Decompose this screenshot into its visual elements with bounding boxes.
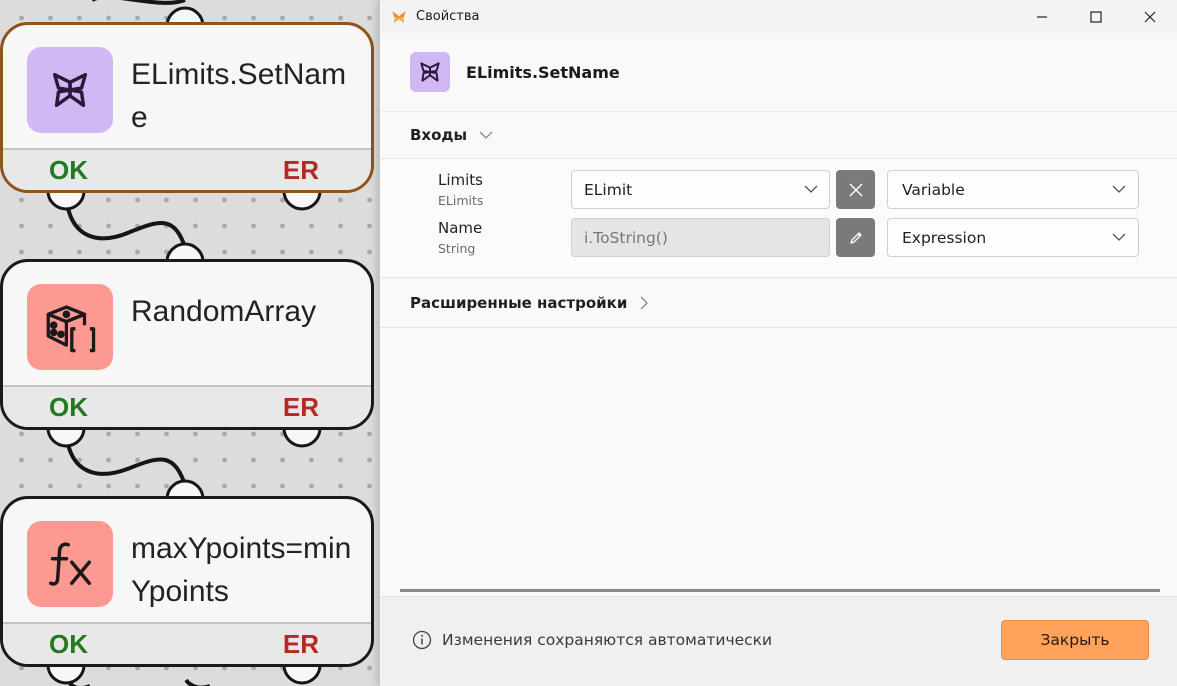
clear-value-button[interactable] [836,170,875,209]
footer-divider [400,589,1160,592]
param-type: ELimits [438,193,484,208]
field-value: ELimit [584,180,633,199]
chevron-down-icon [1112,185,1126,193]
chevron-down-icon [804,185,818,193]
inputs-section-label: Входы [410,126,468,144]
advanced-settings-toggle[interactable]: Расширенные настройки [380,278,1177,328]
node-title: maxYpoints=minYpoints [131,532,352,608]
mode-value: Expression [902,228,987,247]
properties-dialog: Свойства ELimits.SetName Входы Limits EL… [379,0,1177,686]
limits-value-dropdown[interactable]: ELimit [571,170,830,209]
close-window-button[interactable] [1123,0,1177,33]
edit-expression-button[interactable] [836,218,875,257]
chevron-right-icon [640,296,649,309]
butterfly-icon [27,47,113,133]
field-value: i.ToString() [584,228,668,247]
info-icon [412,630,432,650]
close-icon [1144,11,1156,22]
edit-pencil-icon [849,231,862,244]
error-port-label: ER [282,391,319,422]
app-logo-icon [392,10,406,23]
chevron-down-icon [1112,233,1126,241]
name-mode-dropdown[interactable]: Expression [887,218,1139,257]
window-title: Свойства [416,9,480,24]
close-button-label: Закрыть [1040,631,1110,649]
function-icon [27,521,113,607]
ok-port-label: OK [49,628,88,659]
advanced-settings-label: Расширенные настройки [410,293,628,312]
error-port-label: ER [282,628,319,659]
clear-icon [848,182,863,197]
minimize-button[interactable] [1015,0,1069,33]
ok-port-label: OK [49,154,88,185]
ok-port-label: OK [49,391,88,422]
autosave-info-text: Изменения сохраняются автоматически [442,631,773,649]
mode-value: Variable [902,180,965,199]
dialog-titlebar[interactable]: Свойства [380,0,1177,33]
inputs-list: Limits ELimits ELimit Variable Name Stri… [380,159,1177,278]
dialog-header: ELimits.SetName [380,33,1177,111]
param-name: Limits [438,171,483,189]
node-title: ELimits.SetName [131,58,347,134]
maximize-icon [1090,10,1102,23]
maximize-button[interactable] [1069,0,1123,33]
chevron-down-icon [479,131,493,139]
param-row-limits: Limits ELimits ELimit Variable [380,169,1177,217]
dialog-footer: Изменения сохраняются автоматически Закр… [380,596,1177,686]
workflow-node-expression[interactable]: maxYpoints=minYpoints OK ER [0,496,374,667]
name-expression-field[interactable]: i.ToString() [571,218,830,257]
workflow-canvas[interactable]: ELimits.SetName OK ER RandomArray OK ER … [0,0,380,686]
activity-title: ELimits.SetName [466,62,620,82]
node-title: RandomArray [131,295,317,328]
inputs-section-toggle[interactable]: Входы [380,111,1177,159]
param-row-name: Name String i.ToString() Expression [380,217,1177,265]
workflow-node-randomarray[interactable]: RandomArray OK ER [0,259,374,430]
workflow-node-elimits-setname[interactable]: ELimits.SetName OK ER [0,22,374,193]
butterfly-icon [410,52,450,92]
limits-mode-dropdown[interactable]: Variable [887,170,1139,209]
minimize-icon [1037,15,1047,18]
param-name: Name [438,219,483,237]
close-dialog-button[interactable]: Закрыть [1001,620,1149,660]
error-port-label: ER [282,154,319,185]
param-type: String [438,241,476,256]
dice-array-icon [27,284,113,370]
